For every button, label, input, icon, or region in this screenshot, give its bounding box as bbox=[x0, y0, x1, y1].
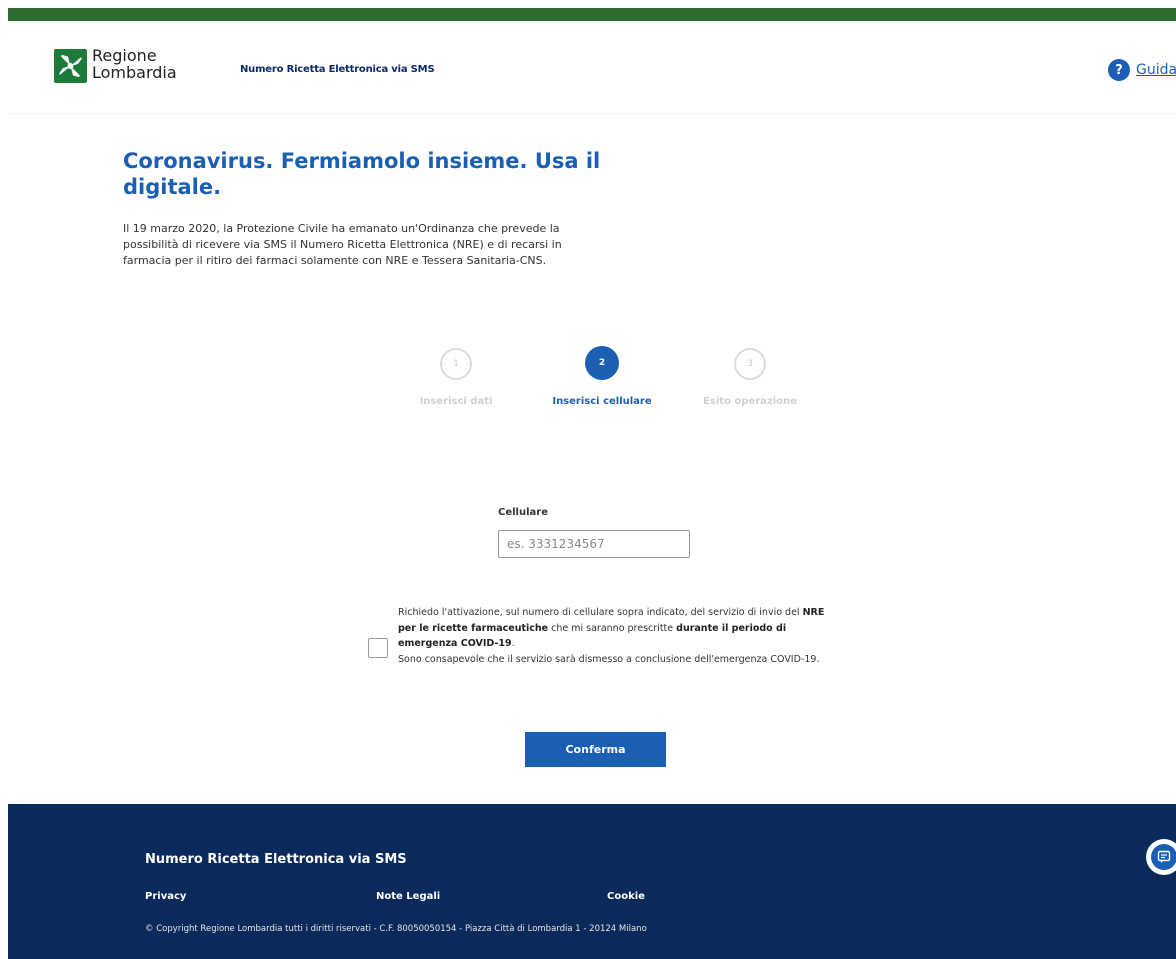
regione-lombardia-logo-icon[interactable] bbox=[54, 49, 87, 83]
page: Regione Lombardia Numero Ricetta Elettro… bbox=[8, 8, 1176, 959]
step-3-label: Esito operazione bbox=[703, 396, 797, 407]
footer: Numero Ricetta Elettronica via SMS Priva… bbox=[8, 804, 1176, 959]
footer-copyright: © Copyright Regione Lombardia tutti i di… bbox=[145, 924, 647, 934]
page-title: Coronavirus. Fermiamolo insieme. Usa il … bbox=[123, 149, 601, 199]
step-1: 1 Inserisci dati bbox=[396, 348, 516, 407]
chat-button[interactable] bbox=[1146, 839, 1176, 875]
footer-link-note-legali[interactable]: Note Legali bbox=[376, 891, 440, 902]
guide-link[interactable]: Guida bbox=[1136, 62, 1176, 78]
consent-text-part-4: Sono consapevole che il servizio sarà di… bbox=[398, 653, 820, 665]
progress-stepper: 1 Inserisci dati 2 Inserisci cellulare 3… bbox=[396, 346, 816, 418]
consent-checkbox[interactable] bbox=[368, 638, 388, 658]
step-1-number: 1 bbox=[440, 348, 472, 380]
phone-input[interactable] bbox=[498, 530, 690, 558]
step-3: 3 Esito operazione bbox=[690, 348, 810, 407]
footer-link-privacy[interactable]: Privacy bbox=[145, 891, 186, 902]
service-title: Numero Ricetta Elettronica via SMS bbox=[240, 64, 435, 75]
logo-line-2: Lombardia bbox=[92, 63, 177, 82]
consent-text-part-3: . bbox=[511, 638, 515, 649]
page-description: Il 19 marzo 2020, la Protezione Civile h… bbox=[123, 222, 562, 267]
consent-text-part-1: Richiedo l'attivazione, sul numero di ce… bbox=[398, 607, 803, 618]
consent-text-part-2: che mi saranno prescritte bbox=[548, 622, 677, 634]
consent-text: Richiedo l'attivazione, sul numero di ce… bbox=[398, 605, 838, 667]
guide-link-group[interactable]: ? Guida bbox=[1108, 59, 1176, 81]
confirm-button[interactable]: Conferma bbox=[525, 732, 666, 767]
chat-icon[interactable] bbox=[1151, 844, 1176, 870]
step-2-label: Inserisci cellulare bbox=[552, 396, 652, 407]
help-icon[interactable]: ? bbox=[1108, 59, 1130, 81]
phone-field-label: Cellulare bbox=[498, 507, 548, 518]
footer-title: Numero Ricetta Elettronica via SMS bbox=[145, 852, 407, 867]
step-1-label: Inserisci dati bbox=[419, 396, 493, 407]
logo-wordmark[interactable]: Regione Lombardia bbox=[92, 47, 177, 81]
footer-link-cookie[interactable]: Cookie bbox=[607, 891, 645, 902]
step-2-number: 2 bbox=[585, 346, 619, 380]
logo-line-1: Regione bbox=[92, 46, 157, 65]
header: Regione Lombardia Numero Ricetta Elettro… bbox=[8, 21, 1176, 114]
step-2: 2 Inserisci cellulare bbox=[542, 346, 662, 407]
step-3-number: 3 bbox=[734, 348, 766, 380]
top-accent-bar bbox=[8, 8, 1176, 21]
